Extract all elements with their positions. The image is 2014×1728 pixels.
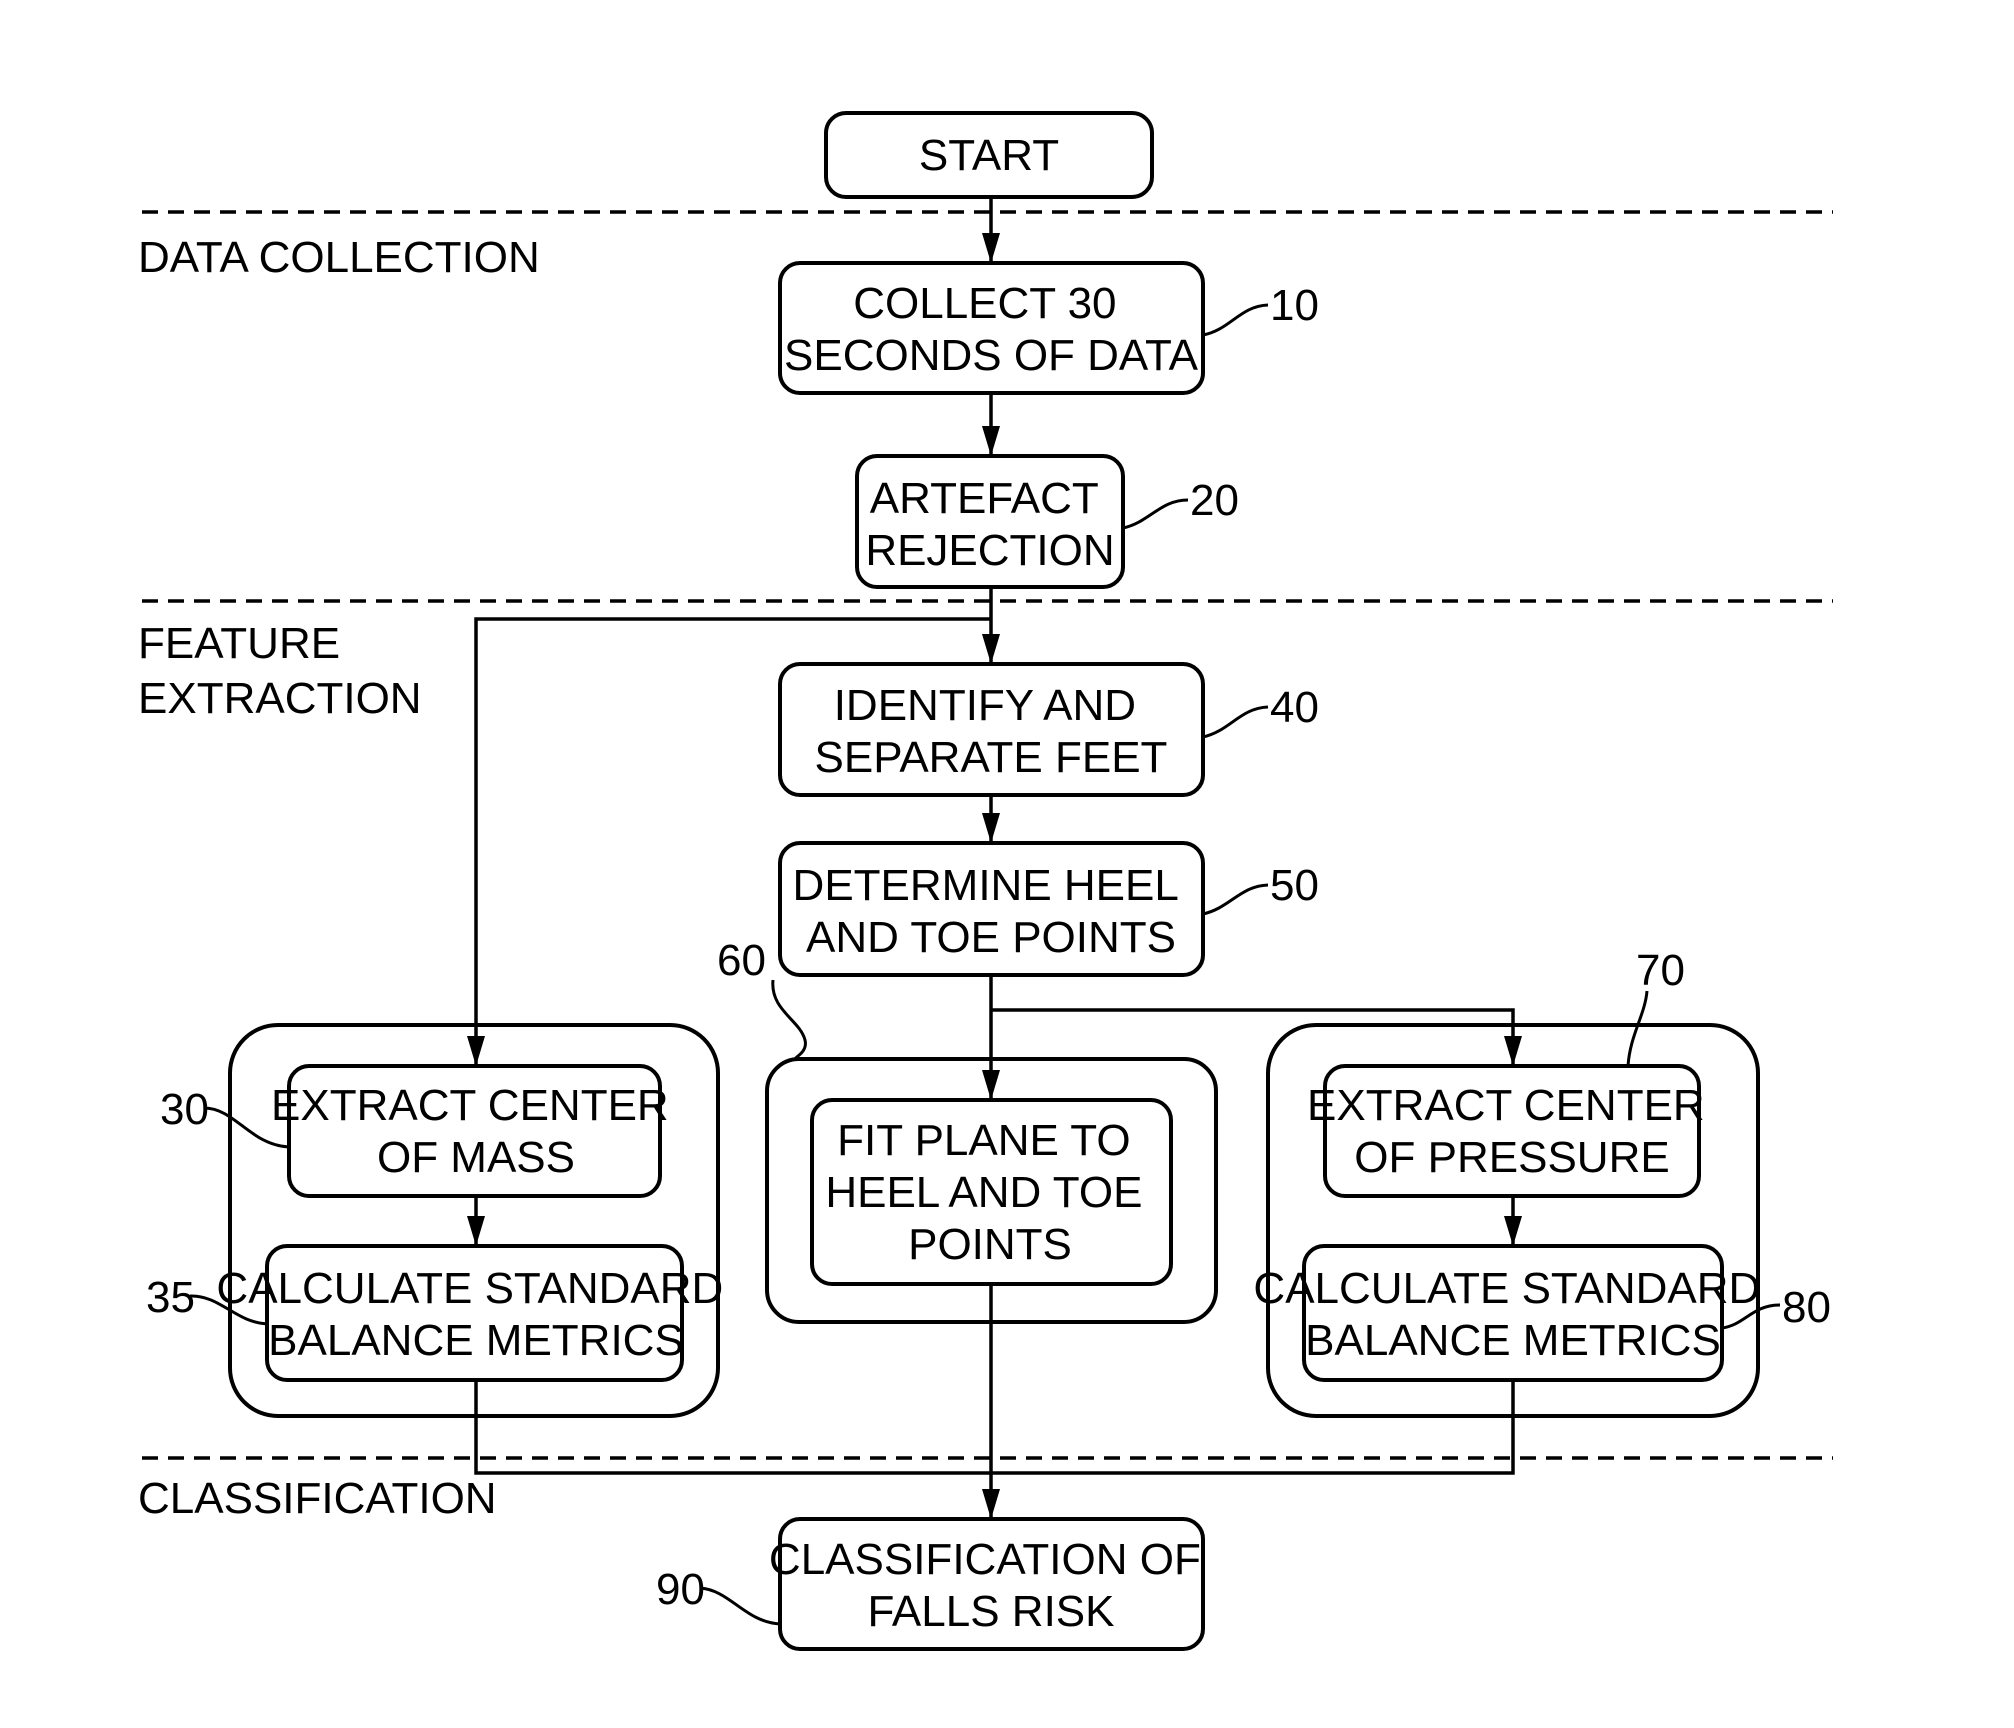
leader-10 [1202, 303, 1269, 337]
arrowhead-50-to-70 [1504, 1036, 1522, 1066]
ref-numeral-90: 90 [656, 1565, 705, 1614]
edge-80-to-90 [991, 1380, 1515, 1475]
leader-50 [1202, 883, 1269, 916]
node-start-label: START [919, 131, 1059, 180]
leader-90 [699, 1586, 781, 1626]
node-70-center-of-pressure[interactable]: EXTRACT CENTER OF PRESSURE [1307, 1064, 1717, 1198]
node-10-collect-data[interactable]: COLLECT 30 SECONDS OF DATA [778, 261, 1205, 395]
ref-numeral-40: 40 [1270, 683, 1319, 732]
ref-numeral-60: 60 [717, 936, 766, 985]
leader-60 [771, 979, 807, 1060]
node-35-balance-metrics[interactable]: CALCULATE STANDARD BALANCE METRICS [216, 1244, 735, 1382]
arrowhead-20-to-40 [982, 634, 1000, 664]
flowchart-canvas: DATA COLLECTION FEATURE EXTRACTION CLASS… [138, 111, 1833, 1651]
ref-numeral-20: 20 [1190, 476, 1239, 525]
arrowhead-into-90 [982, 1489, 1000, 1519]
node-20-artefact-rejection[interactable]: ARTEFACT REJECTION [855, 454, 1125, 589]
arrowhead-40-to-50 [982, 813, 1000, 843]
ref-numeral-30: 30 [160, 1085, 209, 1134]
leader-20 [1122, 498, 1189, 530]
node-start[interactable]: START [824, 111, 1154, 199]
arrowhead-70-to-80 [1504, 1216, 1522, 1246]
ref-numeral-70: 70 [1636, 946, 1685, 995]
svg-text:START: START [919, 131, 1059, 180]
arrowhead-20-to-30 [467, 1036, 485, 1066]
ref-numeral-10: 10 [1270, 281, 1319, 330]
node-90-classification[interactable]: CLASSIFICATION OF FALLS RISK [769, 1517, 1213, 1651]
ref-numeral-35: 35 [146, 1273, 195, 1322]
arrowhead-50-to-60 [982, 1070, 1000, 1100]
node-60-fit-plane[interactable]: FIT PLANE TO HEEL AND TOE POINTS [810, 1098, 1173, 1286]
node-80-balance-metrics[interactable]: CALCULATE STANDARD BALANCE METRICS [1253, 1244, 1772, 1382]
ref-numeral-50: 50 [1270, 861, 1319, 910]
leader-70 [1626, 990, 1649, 1067]
node-50-heel-toe-points[interactable]: DETERMINE HEEL AND TOE POINTS [778, 841, 1205, 977]
section-label-classification: CLASSIFICATION [138, 1474, 497, 1523]
arrowhead-30-to-35 [467, 1216, 485, 1246]
ref-numeral-80: 80 [1782, 1283, 1831, 1332]
node-30-center-of-mass[interactable]: EXTRACT CENTER OF MASS [271, 1064, 681, 1198]
section-label-data-collection: DATA COLLECTION [138, 233, 540, 282]
arrowhead-start-to-10 [982, 233, 1000, 263]
arrowhead-10-to-20 [982, 426, 1000, 456]
edge-35-to-90 [474, 1380, 991, 1475]
leader-40 [1202, 705, 1269, 739]
section-label-feature-extraction: FEATURE EXTRACTION [138, 619, 422, 723]
node-40-identify-feet[interactable]: IDENTIFY AND SEPARATE FEET [778, 662, 1205, 797]
